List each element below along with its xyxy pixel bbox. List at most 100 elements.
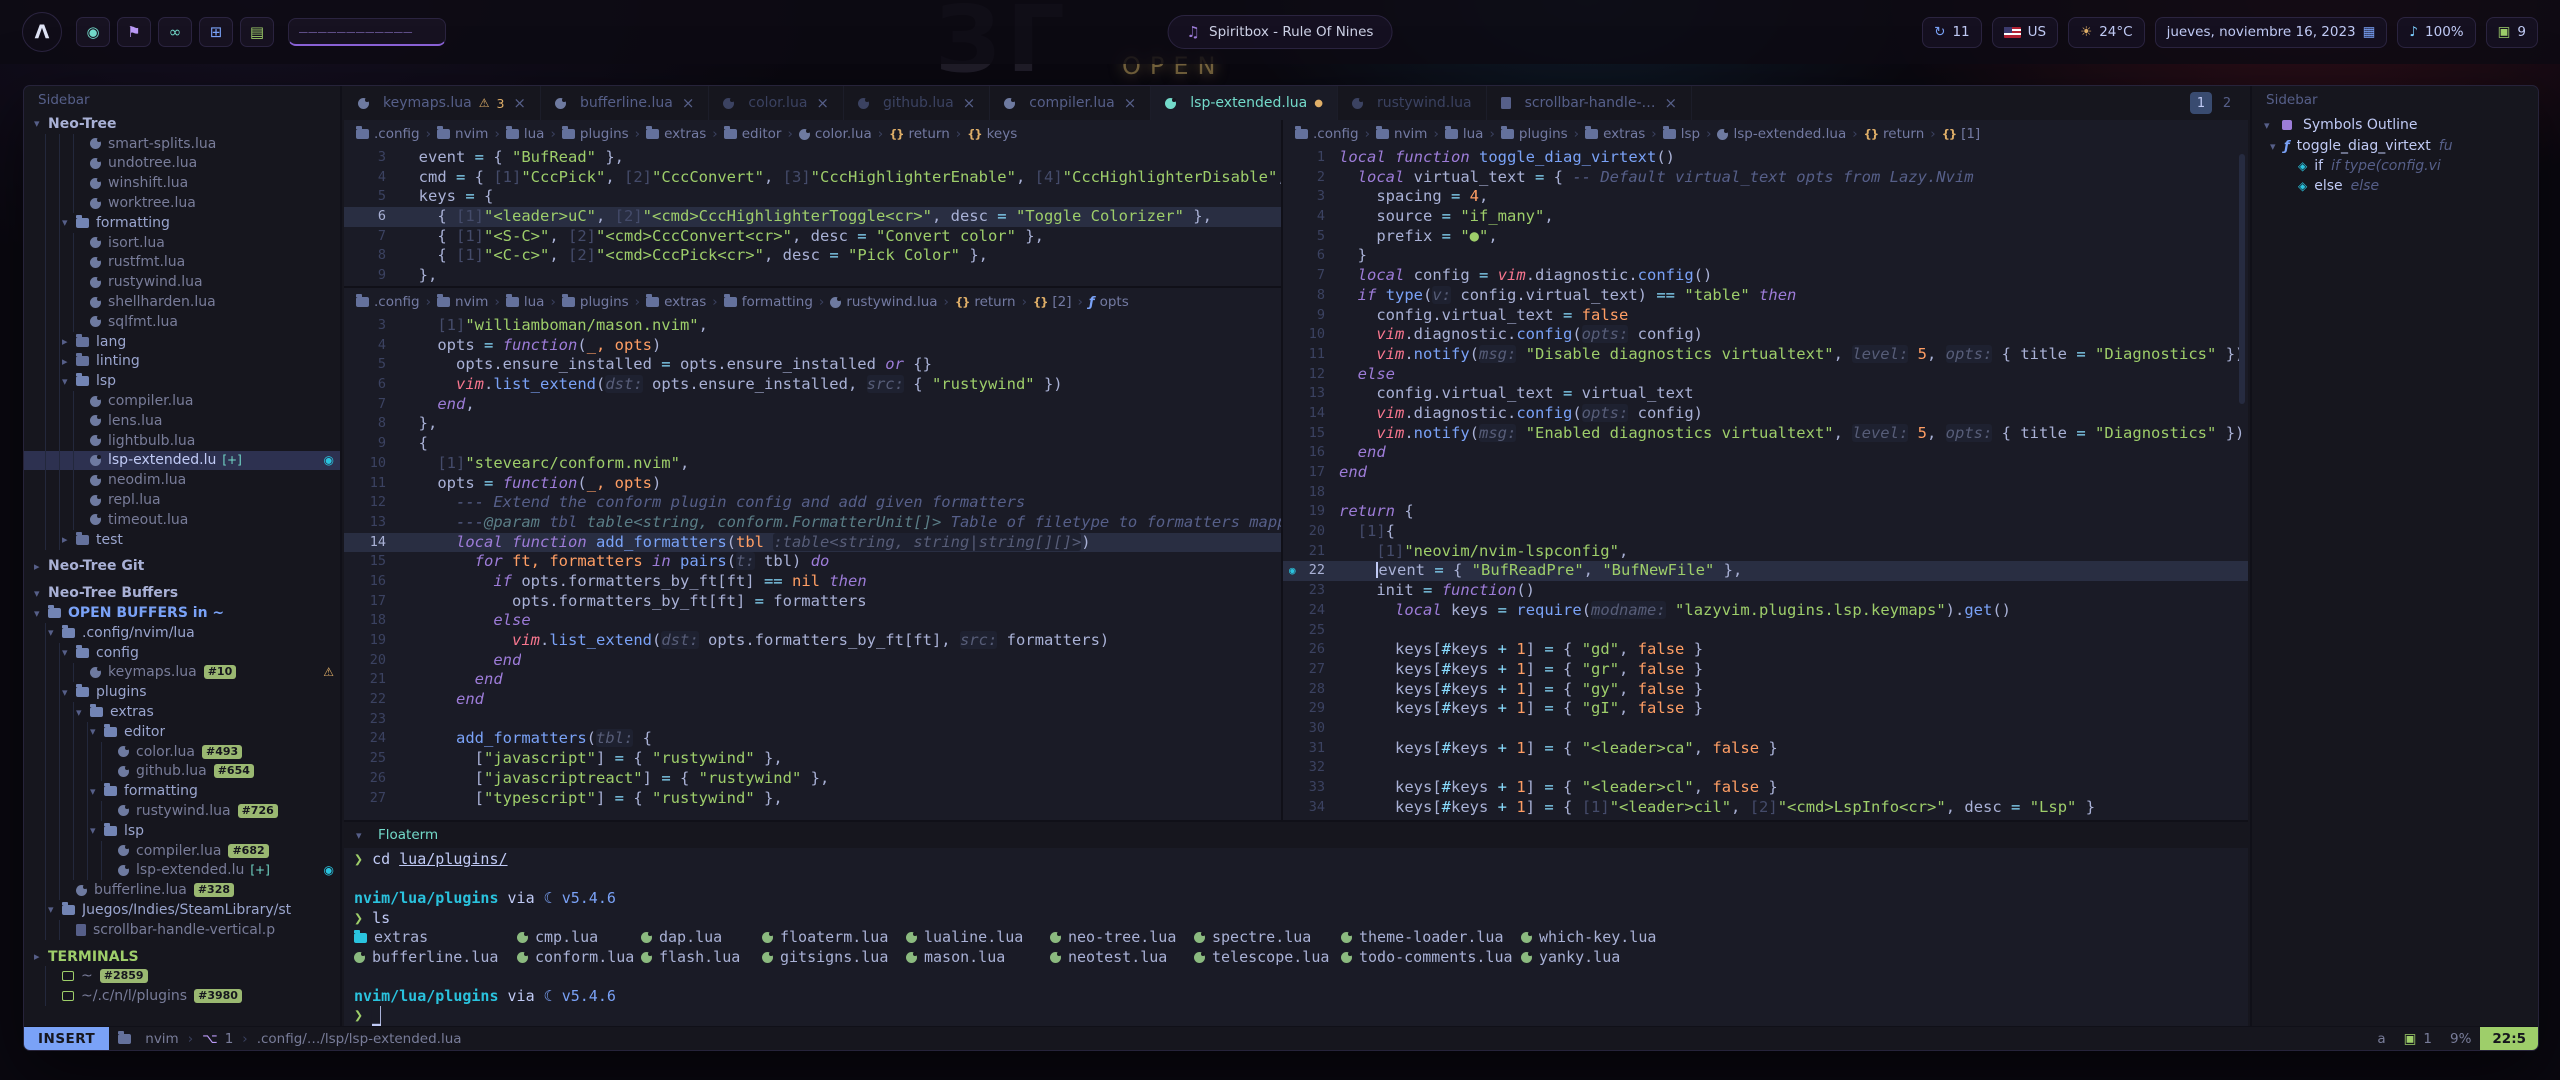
keyboard-layout-widget[interactable]: US	[1992, 17, 2058, 48]
scrollbar-handle[interactable]	[2239, 154, 2245, 404]
tree-item[interactable]: ▾extras	[24, 702, 340, 722]
code-line[interactable]: 2 local virtual_text = { -- Default virt…	[1283, 168, 2248, 188]
tree-item[interactable]: keymaps.lua#10⚠	[24, 663, 340, 683]
code-line[interactable]: 20 end	[344, 651, 1281, 671]
tree-item[interactable]: lightbulb.lua	[24, 431, 340, 451]
code-line[interactable]: 28 keys[#keys + 1] = { "gy", false }	[1283, 680, 2248, 700]
outline-item[interactable]: ◈elseelse	[2252, 176, 2538, 196]
code-line[interactable]: 3 [1]"williamboman/mason.nvim",	[344, 316, 1281, 336]
code-line[interactable]: 10 [1]"stevearc/conform.nvim",	[344, 454, 1281, 474]
music-player-widget[interactable]: ♫ Spiritbox - Rule Of Nines	[1168, 15, 1393, 49]
code-line[interactable]: 14 local function add_formatters(tbl :ta…	[344, 533, 1281, 553]
tree-item[interactable]: ▾formatting	[24, 213, 340, 233]
code-line[interactable]: 5 opts.ensure_installed = opts.ensure_in…	[344, 355, 1281, 375]
code-line[interactable]: 21 [1]"neovim/nvim-lspconfig",	[1283, 542, 2248, 562]
tab-compiler-lua[interactable]: compiler.lua×	[990, 86, 1151, 120]
code-line[interactable]: 13 config.virtual_text = virtual_text	[1283, 384, 2248, 404]
close-icon[interactable]: ×	[963, 94, 976, 112]
tree-item[interactable]: ~#2859	[24, 966, 340, 986]
tree-item[interactable]: lsp-extended.lu[+]◉	[24, 451, 340, 471]
tab-page-1[interactable]: 1	[2190, 92, 2212, 114]
floaterm-header[interactable]: ▾ Floaterm	[344, 822, 2248, 848]
code-line[interactable]: 18 else	[344, 611, 1281, 631]
tree-item[interactable]: lens.lua	[24, 411, 340, 431]
close-icon[interactable]: ×	[682, 94, 695, 112]
close-icon[interactable]: ×	[513, 94, 526, 112]
code-line[interactable]: 15 for ft, formatters in pairs(t: tbl) d…	[344, 552, 1281, 572]
code-line[interactable]: 29 keys[#keys + 1] = { "gI", false }	[1283, 699, 2248, 719]
code-line[interactable]: 33 keys[#keys + 1] = { "<leader>cl", fal…	[1283, 778, 2248, 798]
tab-lsp-extended-lua[interactable]: lsp-extended.lua●	[1151, 86, 1338, 120]
code-line[interactable]: 16 end	[1283, 443, 2248, 463]
workspace-button-4[interactable]: ⊞	[199, 17, 233, 47]
code-line[interactable]: 8 },	[344, 414, 1281, 434]
code-line[interactable]: 24 add_formatters(tbl: {	[344, 729, 1281, 749]
tree-item[interactable]: compiler.lua	[24, 391, 340, 411]
volume-widget[interactable]: ♪100%	[2397, 17, 2475, 48]
code-line[interactable]: 6 { [1]"<leader>uC", [2]"<cmd>CccHighlig…	[344, 207, 1281, 227]
tree-item[interactable]: bufferline.lua#328	[24, 880, 340, 900]
outline-item[interactable]: ▾ƒtoggle_diag_virtextfu	[2252, 136, 2538, 156]
tree-item[interactable]: ▸test	[24, 530, 340, 550]
tree-item[interactable]: isort.lua	[24, 233, 340, 253]
updates-widget[interactable]: ↻11	[1922, 17, 1982, 48]
code-line[interactable]: 12 --- Extend the conform plugin config …	[344, 493, 1281, 513]
code-line[interactable]: 11 vim.notify(msg: "Disable diagnostics …	[1283, 345, 2248, 365]
code-line[interactable]: 20 [1]{	[1283, 522, 2248, 542]
tree-item[interactable]: ▾OPEN BUFFERS in ~	[24, 603, 340, 623]
code-line[interactable]: 7 local config = vim.diagnostic.config()	[1283, 266, 2248, 286]
tree-item[interactable]: compiler.lua#682	[24, 841, 340, 861]
workspace-button-5[interactable]: ▤	[240, 17, 274, 47]
search-input[interactable]	[288, 18, 446, 46]
tab-page-2[interactable]: 2	[2216, 92, 2238, 114]
tree-item[interactable]: ▸lang	[24, 332, 340, 352]
code-line[interactable]: 3 spacing = 4,	[1283, 187, 2248, 207]
code-line[interactable]: 9 config.virtual_text = false	[1283, 306, 2248, 326]
tree-item[interactable]: rustfmt.lua	[24, 253, 340, 273]
weather-widget[interactable]: ☀24°C	[2068, 17, 2144, 48]
code-line[interactable]: 30	[1283, 719, 2248, 739]
workspace-button-2[interactable]: ⚑	[117, 17, 151, 47]
code-line[interactable]: 26 keys[#keys + 1] = { "gd", false }	[1283, 640, 2248, 660]
section-header-neo-tree[interactable]: ▾Neo-Tree	[24, 114, 340, 134]
code-line[interactable]: 1local function toggle_diag_virtext()	[1283, 148, 2248, 168]
code-line[interactable]: 5 keys = {	[344, 187, 1281, 207]
code-line[interactable]: 6 vim.list_extend(dst: opts.ensure_insta…	[344, 375, 1281, 395]
code-line[interactable]: 3 event = { "BufRead" },	[344, 148, 1281, 168]
code-line[interactable]: 6 }	[1283, 246, 2248, 266]
code-line[interactable]: ◉22 event = { "BufReadPre", "BufNewFile"…	[1283, 561, 2248, 581]
launcher-button[interactable]: Λ	[22, 12, 62, 52]
code-line[interactable]: 26 ["javascriptreact"] = { "rustywind" }…	[344, 769, 1281, 789]
code-line[interactable]: 22 end	[344, 690, 1281, 710]
code-line[interactable]: 17 opts.formatters_by_ft[ft] = formatter…	[344, 592, 1281, 612]
code-line[interactable]: 10 vim.diagnostic.config(opts: config)	[1283, 325, 2248, 345]
code-line[interactable]: 19return {	[1283, 502, 2248, 522]
workspace-button-3[interactable]: ∞	[158, 17, 192, 47]
close-icon[interactable]: ×	[1124, 94, 1137, 112]
tab-scrollbar-handle-[interactable]: scrollbar-handle-…×	[1487, 86, 1693, 120]
workspace-button-1[interactable]: ◉	[76, 17, 110, 47]
code-line[interactable]: 21 end	[344, 670, 1281, 690]
code-line[interactable]: 13 ---@param tbl table<string, conform.F…	[344, 513, 1281, 533]
tree-item[interactable]: ▾formatting	[24, 781, 340, 801]
code-line[interactable]: 24 local keys = require(modname: "lazyvi…	[1283, 601, 2248, 621]
code-line[interactable]: 19 vim.list_extend(dst: opts.formatters_…	[344, 631, 1281, 651]
tree-item[interactable]: undotree.lua	[24, 154, 340, 174]
outline-item[interactable]: ◈ifif type(config.vi	[2252, 156, 2538, 176]
code-line[interactable]: 27 ["typescript"] = { "rustywind" },	[344, 789, 1281, 809]
tree-item[interactable]: ▾config	[24, 643, 340, 663]
code-line[interactable]: 11 opts = function(_, opts)	[344, 474, 1281, 494]
code-line[interactable]: 17end	[1283, 463, 2248, 483]
tree-item[interactable]: color.lua#493	[24, 742, 340, 762]
tree-item[interactable]: ▾.config/nvim/lua	[24, 623, 340, 643]
tree-item[interactable]: shellharden.lua	[24, 292, 340, 312]
code-line[interactable]: 9 },	[344, 266, 1281, 286]
code-line[interactable]: 34 keys[#keys + 1] = { [1]"<leader>cil",…	[1283, 798, 2248, 818]
code-line[interactable]: 4 source = "if_many",	[1283, 207, 2248, 227]
tree-item[interactable]: github.lua#654	[24, 762, 340, 782]
tree-item[interactable]: neodim.lua	[24, 470, 340, 490]
code-line[interactable]: 7 end,	[344, 395, 1281, 415]
code-line[interactable]: 23 init = function()	[1283, 581, 2248, 601]
code-line[interactable]: 4 opts = function(_, opts)	[344, 336, 1281, 356]
tree-item[interactable]: ▾plugins	[24, 682, 340, 702]
